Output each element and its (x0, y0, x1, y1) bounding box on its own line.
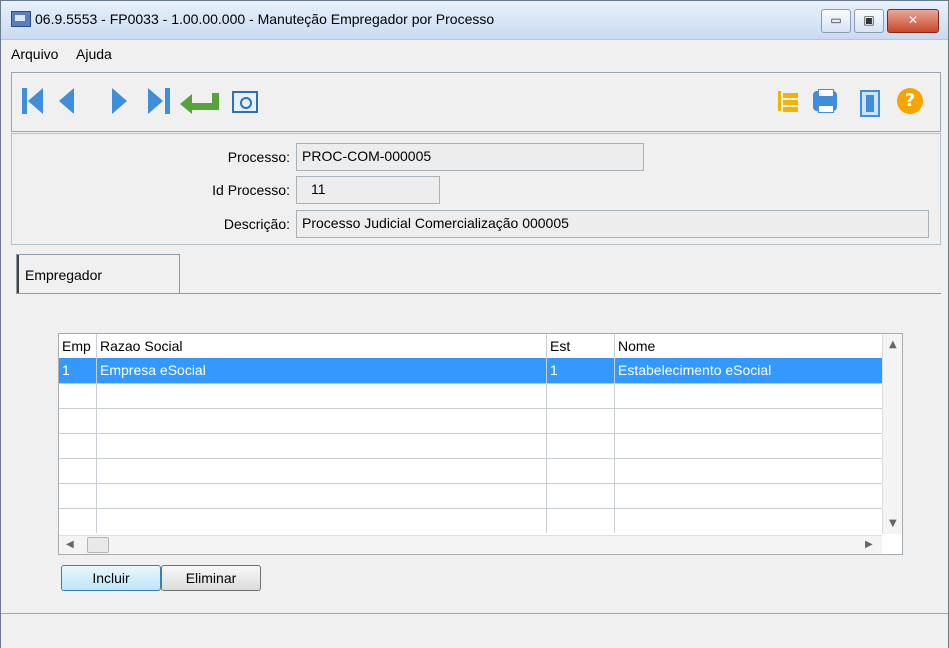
title-bar: 06.9.5553 - FP0033 - 1.00.00.000 - Manut… (1, 1, 948, 40)
empty-cell (547, 458, 615, 483)
processo-field[interactable]: PROC-COM-000005 (296, 143, 644, 171)
empty-cell (547, 483, 615, 508)
printer-icon (813, 89, 837, 113)
application-window: 06.9.5553 - FP0033 - 1.00.00.000 - Manut… (0, 0, 949, 648)
empty-cell (59, 508, 97, 533)
empty-cell (97, 458, 547, 483)
column-header-emp[interactable]: Emp (59, 334, 97, 358)
empty-cell (59, 458, 97, 483)
empty-table-row[interactable] (59, 408, 882, 434)
empty-cell (547, 383, 615, 408)
grid-header: Emp Razao Social Est Nome (59, 334, 882, 359)
process-form: Processo: PROC-COM-000005 Id Processo: 1… (11, 133, 941, 245)
zoom-button[interactable] (230, 87, 258, 115)
next-record-button[interactable] (108, 87, 136, 115)
zoom-icon (232, 91, 258, 113)
previous-record-button[interactable] (51, 87, 79, 115)
empty-cell (97, 433, 547, 458)
tab-label: Empregador (25, 267, 103, 283)
scroll-up-icon[interactable]: ▲ (889, 339, 897, 350)
employer-grid[interactable]: Emp Razao Social Est Nome 1 Empresa eSoc… (58, 333, 903, 555)
empty-cell (59, 383, 97, 408)
empty-table-row[interactable] (59, 383, 882, 409)
column-header-nome[interactable]: Nome (615, 334, 882, 358)
first-icon (22, 88, 27, 114)
cell-emp: 1 (59, 358, 97, 383)
cell-est: 1 (547, 358, 615, 383)
horizontal-scrollbar[interactable]: ◀ ▶ (59, 535, 882, 554)
empty-cell (547, 408, 615, 433)
column-header-razao-social[interactable]: Razao Social (97, 334, 547, 358)
close-button[interactable]: ✕ (887, 9, 939, 33)
cell-nome: Estabelecimento eSocial (618, 362, 772, 378)
menu-arquivo[interactable]: Arquivo (11, 46, 58, 62)
help-icon: ? (897, 88, 923, 114)
enter-button[interactable] (180, 87, 219, 115)
empty-table-row[interactable] (59, 458, 882, 484)
empty-cell (59, 483, 97, 508)
tree-icon (778, 91, 801, 111)
first-arrow-icon (28, 88, 43, 114)
horizontal-scroll-thumb[interactable] (87, 537, 109, 553)
cell-razao-social: Empresa eSocial (97, 358, 547, 383)
window-title: 06.9.5553 - FP0033 - 1.00.00.000 - Manut… (35, 11, 495, 27)
last-record-button[interactable] (144, 87, 172, 115)
help-button[interactable]: ? (896, 87, 924, 115)
id-processo-label: Id Processo: (212, 182, 290, 198)
enter-icon (180, 93, 219, 114)
empty-table-row[interactable] (59, 433, 882, 459)
eliminar-button[interactable]: Eliminar (161, 565, 261, 591)
maximize-button[interactable]: ▣ (854, 9, 884, 33)
last-arrow-icon (148, 88, 163, 114)
scroll-right-icon[interactable]: ▶ (865, 539, 873, 550)
first-record-button[interactable] (18, 87, 46, 115)
next-icon (112, 88, 127, 114)
empty-cell (97, 383, 547, 408)
menu-ajuda[interactable]: Ajuda (76, 46, 112, 62)
column-header-est[interactable]: Est (547, 334, 615, 358)
empty-cell (547, 433, 615, 458)
empty-cell (97, 508, 547, 533)
empty-cell (547, 508, 615, 533)
incluir-button[interactable]: Incluir (61, 565, 161, 591)
last-icon (165, 88, 170, 114)
empty-cell (59, 433, 97, 458)
tab-empregador[interactable]: Empregador (16, 254, 180, 295)
tree-button[interactable] (774, 87, 802, 115)
exit-icon (860, 90, 880, 117)
empty-cell (97, 408, 547, 433)
vertical-scrollbar[interactable]: ▲ ▼ (882, 334, 902, 534)
id-processo-field[interactable]: 11 (296, 176, 440, 204)
empty-cell (97, 483, 547, 508)
table-row[interactable]: 1 Empresa eSocial 1 Estabelecimento eSoc… (59, 358, 882, 384)
descricao-label: Descrição: (223, 216, 290, 232)
empty-table-row[interactable] (59, 483, 882, 509)
menu-bar: Arquivo Ajuda (1, 40, 948, 67)
processo-label: Processo: (227, 149, 290, 165)
empty-table-row[interactable] (59, 508, 882, 533)
empty-cell (59, 408, 97, 433)
print-button[interactable] (811, 87, 839, 115)
descricao-field[interactable]: Processo Judicial Comercialização 000005 (296, 210, 929, 238)
previous-icon (59, 88, 74, 114)
minimize-button[interactable]: ▭ (821, 9, 851, 33)
application-icon (11, 11, 31, 27)
scroll-left-icon[interactable]: ◀ (66, 539, 74, 550)
toolbar: ? (11, 72, 941, 132)
exit-button[interactable] (855, 87, 883, 117)
status-bar (1, 613, 948, 648)
scroll-down-icon[interactable]: ▼ (889, 518, 897, 529)
